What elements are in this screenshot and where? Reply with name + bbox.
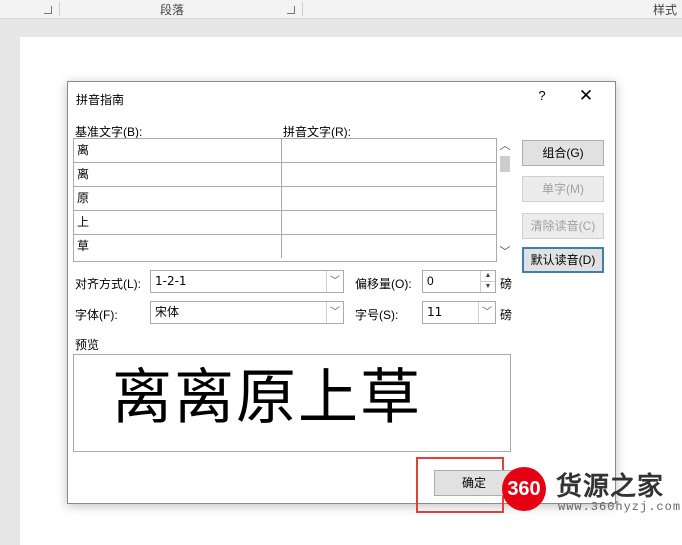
grid-row: 上 xyxy=(74,211,496,235)
ruby-text-field[interactable] xyxy=(282,211,496,234)
watermark: 360 货源之家 www.360hyzj.com xyxy=(500,462,682,522)
ruby-text-field[interactable] xyxy=(282,235,496,258)
base-text-field[interactable]: 上 xyxy=(74,211,282,234)
paragraph-group-label: 段落 xyxy=(160,3,185,17)
alignment-value: 1-2-1 xyxy=(155,274,187,288)
offset-unit: 磅 xyxy=(500,277,513,291)
styles-group-label: 样式 xyxy=(653,3,678,17)
base-text-field[interactable]: 离 xyxy=(74,163,282,186)
size-unit: 磅 xyxy=(500,308,513,322)
size-value: 11 xyxy=(427,305,443,319)
size-select[interactable]: 11 ﹀ xyxy=(422,301,496,324)
spin-down-icon[interactable]: ▼ xyxy=(480,282,495,292)
offset-stepper[interactable]: 0 ▲ ▼ xyxy=(422,270,496,293)
paragraph-launcher-icon[interactable] xyxy=(287,6,295,14)
spin-up-icon[interactable]: ▲ xyxy=(480,271,495,282)
ruby-text-field[interactable] xyxy=(282,187,496,210)
alignment-label: 对齐方式(L): xyxy=(75,277,142,291)
font-select[interactable]: 宋体 ﹀ xyxy=(150,301,344,324)
alignment-select[interactable]: 1-2-1 ﹀ xyxy=(150,270,344,293)
watermark-brand: 货源之家 xyxy=(556,472,665,502)
grid-row: 原 xyxy=(74,187,496,211)
base-text-field[interactable]: 原 xyxy=(74,187,282,210)
chevron-down-icon[interactable]: ﹀ xyxy=(326,271,343,292)
scrollbar-thumb[interactable] xyxy=(500,156,510,172)
chevron-down-icon[interactable]: ﹀ xyxy=(478,302,495,323)
ruby-text-field[interactable] xyxy=(282,163,496,186)
preview-text: 离离原上草 xyxy=(112,363,422,433)
ruby-text-field[interactable] xyxy=(282,139,496,162)
preview-box: 离离原上草 xyxy=(73,354,511,452)
close-icon[interactable]: ✕ xyxy=(575,86,597,106)
dialog-launcher-icon[interactable] xyxy=(44,6,52,14)
ribbon-separator xyxy=(302,2,303,16)
font-value: 宋体 xyxy=(155,305,180,319)
offset-label: 偏移量(O): xyxy=(355,277,412,291)
group-button[interactable]: 组合(G) xyxy=(522,140,604,166)
ribbon-separator xyxy=(59,2,60,16)
grid-scrollbar[interactable]: ︿ ﹀ xyxy=(498,138,512,260)
help-icon[interactable]: ? xyxy=(535,86,549,106)
text-grid: 离 离 原 上 草 xyxy=(73,138,497,262)
grid-row: 离 xyxy=(74,163,496,187)
grid-row: 草 xyxy=(74,235,496,259)
clear-reading-button[interactable]: 清除读音(C) xyxy=(522,213,604,239)
grid-row: 离 xyxy=(74,139,496,163)
offset-value: 0 xyxy=(427,274,434,288)
chevron-up-icon[interactable]: ︿ xyxy=(498,138,512,154)
font-label: 字体(F): xyxy=(75,308,118,322)
chevron-down-icon[interactable]: ﹀ xyxy=(326,302,343,323)
phonetic-guide-dialog: 拼音指南 ? ✕ 基准文字(B): 拼音文字(R): 离 离 原 上 草 ︿ ﹀… xyxy=(67,81,616,513)
base-text-field[interactable]: 离 xyxy=(74,139,282,162)
logo-360-icon: 360 xyxy=(502,467,546,511)
default-reading-button[interactable]: 默认读音(D) xyxy=(522,247,604,273)
dialog-title: 拼音指南 xyxy=(76,93,125,107)
mono-button[interactable]: 单字(M) xyxy=(522,176,604,202)
watermark-url: www.360hyzj.com xyxy=(558,500,682,514)
chevron-down-icon[interactable]: ﹀ xyxy=(498,244,512,260)
preview-label: 预览 xyxy=(75,338,100,352)
ribbon-strip: 段落 样式 xyxy=(0,0,682,19)
size-label: 字号(S): xyxy=(355,308,399,322)
base-text-field[interactable]: 草 xyxy=(74,235,282,258)
